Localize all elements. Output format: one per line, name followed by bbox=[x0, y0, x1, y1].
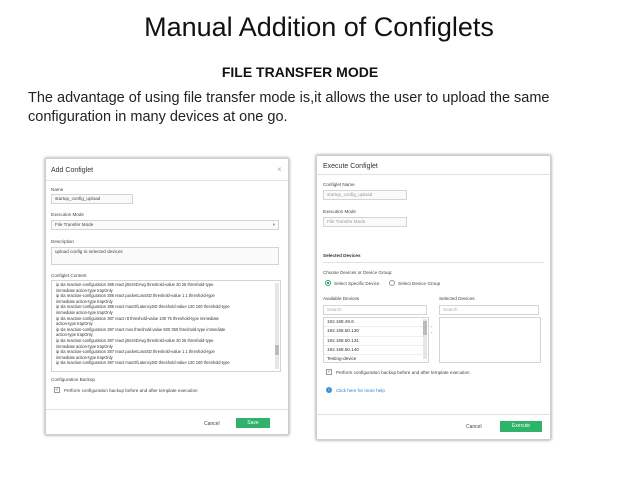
device-list-item[interactable]: 192.168.49.6 bbox=[324, 318, 428, 328]
more-help-link[interactable]: Click here for more help bbox=[336, 388, 385, 393]
execution-mode-value: File Transfer Mode bbox=[55, 222, 94, 227]
selected-devices-heading: Selected Devices bbox=[323, 253, 361, 258]
radio-specific-device[interactable] bbox=[325, 280, 331, 286]
choose-devices-label: Choose Devices or Device Group: bbox=[323, 270, 393, 275]
section-divider bbox=[323, 262, 544, 263]
info-icon: i bbox=[326, 387, 332, 393]
selected-devices-label: Selected Devices bbox=[439, 296, 475, 301]
radio-specific-device-label: Select Specific Device bbox=[334, 281, 380, 286]
name-label: Name bbox=[51, 187, 64, 192]
backup-checkbox[interactable]: ✓ bbox=[326, 369, 332, 375]
device-list-item[interactable]: 192.168.50.130 bbox=[324, 327, 428, 337]
cancel-button[interactable]: Cancel bbox=[466, 424, 482, 430]
configlet-name-label: Configlet Name bbox=[323, 182, 355, 187]
header-divider bbox=[46, 180, 288, 181]
execute-button[interactable]: Execute bbox=[500, 421, 542, 432]
header-divider bbox=[317, 174, 550, 175]
add-configlet-dialog: Add Configlet × Name startup_config_uplo… bbox=[45, 158, 289, 435]
execute-configlet-dialog: Execute Configlet Configlet Name startup… bbox=[316, 155, 551, 440]
device-list-item[interactable]: 192.168.50.131 bbox=[324, 337, 428, 346]
configlet-content-editor[interactable]: ip sla reaction-configuration 385 react … bbox=[51, 280, 281, 372]
save-button[interactable]: Save bbox=[236, 418, 270, 428]
dialog-title: Execute Configlet bbox=[323, 163, 378, 170]
cancel-button[interactable]: Cancel bbox=[204, 421, 220, 427]
footer-divider bbox=[46, 409, 288, 410]
dialog-title: Add Configlet bbox=[51, 167, 94, 174]
code-line: ip sla reaction-configuration 387 react … bbox=[56, 360, 230, 366]
content-scrollbar[interactable] bbox=[275, 283, 279, 369]
device-list-item[interactable]: Testing-device bbox=[324, 355, 428, 362]
backup-checkbox[interactable]: ✓ bbox=[54, 387, 60, 393]
available-devices-list[interactable]: 192.168.49.6 192.168.50.130 192.168.50.131… bbox=[323, 317, 429, 363]
chevron-down-icon: ▾ bbox=[272, 222, 275, 227]
available-search-input[interactable]: Search bbox=[323, 305, 427, 315]
execution-mode-select[interactable]: File Transfer Mode ▾ bbox=[51, 220, 279, 230]
available-devices-label: Available Devices bbox=[323, 296, 360, 301]
configlet-name-field: startup_config_upload bbox=[323, 190, 407, 200]
slide-title: Manual Addition of Configlets bbox=[144, 12, 494, 42]
scrollbar-thumb[interactable] bbox=[275, 345, 279, 355]
execution-mode-label: Execution Mode bbox=[51, 212, 84, 217]
backup-option-label: Perform configuration backup before and … bbox=[64, 388, 198, 393]
configuration-backup-label: Configuration Backup bbox=[51, 377, 95, 382]
slide-description: The advantage of using file transfer mod… bbox=[28, 90, 550, 125]
selected-devices-list[interactable] bbox=[439, 317, 541, 363]
radio-device-group-label: Select Device Group bbox=[398, 281, 441, 286]
configlet-content-label: Configlet Content bbox=[51, 273, 87, 278]
radio-device-group[interactable] bbox=[389, 280, 395, 286]
description-field[interactable]: upload config to selected devices bbox=[51, 247, 279, 265]
list-scrollbar[interactable] bbox=[423, 319, 427, 359]
move-arrows-icon[interactable]: › ‹ bbox=[431, 324, 433, 336]
description-label: Description bbox=[51, 239, 74, 244]
slide-subtitle: FILE TRANSFER MODE bbox=[221, 64, 379, 80]
selected-search-input[interactable]: Search bbox=[439, 305, 539, 315]
execution-mode-field: File Transfer Mode bbox=[323, 217, 407, 227]
execution-mode-label: Execution Mode bbox=[323, 209, 356, 214]
backup-option-label: Perform configuration backup before and … bbox=[336, 370, 470, 375]
device-list-item[interactable]: 192.168.50.140 bbox=[324, 346, 428, 356]
close-icon[interactable]: × bbox=[277, 165, 282, 174]
name-field[interactable]: startup_config_upload bbox=[51, 194, 133, 204]
footer-divider bbox=[317, 414, 550, 415]
scrollbar-thumb[interactable] bbox=[423, 321, 427, 335]
